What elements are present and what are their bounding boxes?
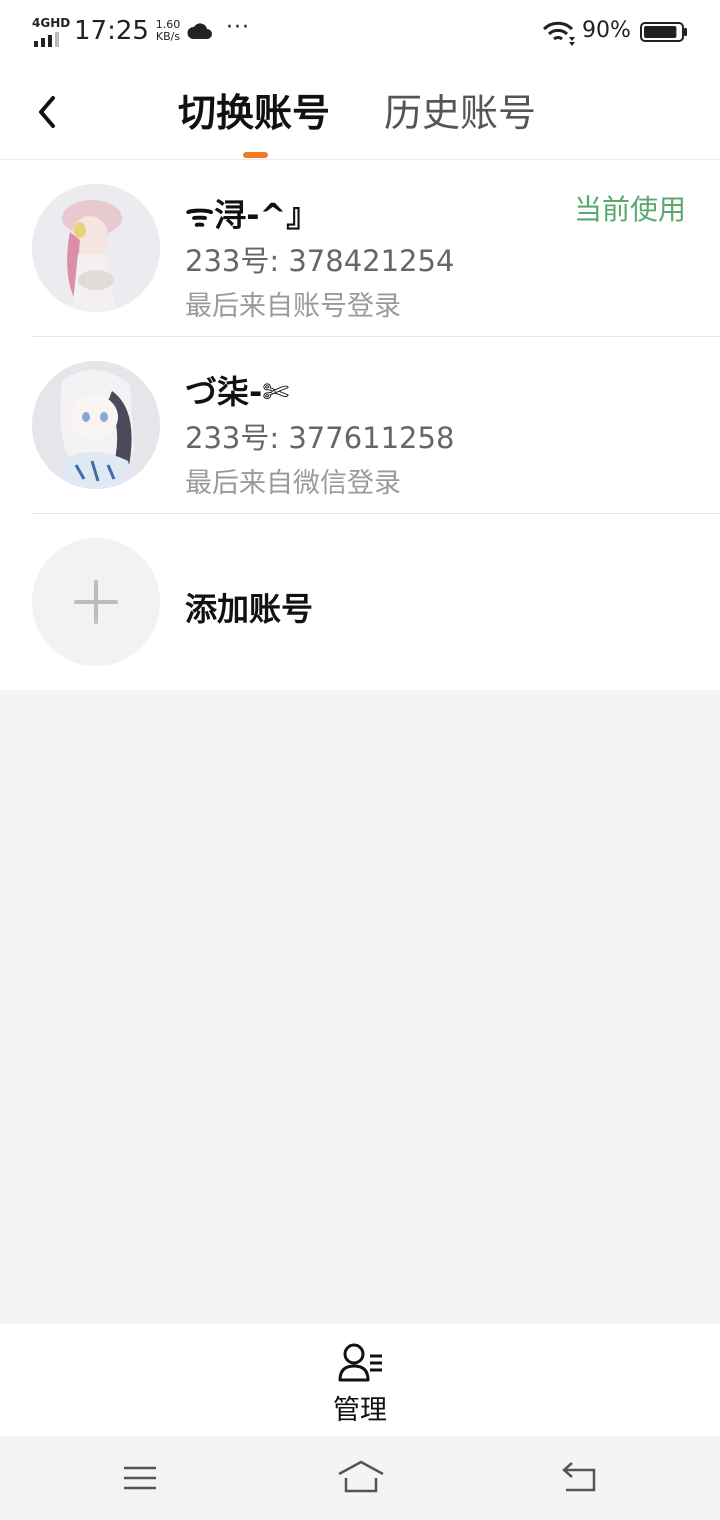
battery-icon (640, 22, 687, 42)
system-nav-bar (0, 1436, 720, 1520)
cellular-signal-icon: 4GHD (32, 16, 70, 47)
avatar (32, 184, 160, 312)
account-id: 233号: 377611258 (185, 421, 455, 455)
wifi-icon (542, 21, 575, 46)
account-last-login: 最后来自微信登录 (185, 468, 401, 499)
manage-label: 管理 (333, 1395, 387, 1426)
user-manage-icon (338, 1343, 382, 1382)
back-arrow-icon[interactable] (28, 90, 68, 134)
manage-button[interactable]: 管理 (0, 1324, 720, 1436)
network-speed: 1.60 KB/s (148, 19, 188, 43)
tab-history-account[interactable]: 历史账号 (384, 90, 536, 136)
network-type-label: 4GHD (32, 16, 71, 30)
current-account-badge: 当前使用 (573, 193, 686, 226)
account-row[interactable]: ᯤ浔-^』 233号: 378421254 最后来自账号登录 当前使用 (32, 160, 720, 337)
plus-icon (32, 538, 160, 666)
active-tab-indicator (243, 152, 268, 158)
status-bar: 4GHD 17:25 1.60 KB/s ··· 90% (0, 0, 720, 66)
network-speed-unit: KB/s (155, 30, 181, 43)
status-time: 17:25 (74, 16, 149, 46)
header: 切换账号 历史账号 (0, 66, 720, 160)
tab-switch-account[interactable]: 切换账号 (178, 90, 330, 136)
add-account-label: 添加账号 (185, 590, 314, 628)
add-account-button[interactable]: 添加账号 (32, 514, 720, 690)
menu-icon[interactable] (122, 1462, 158, 1494)
add-account-circle (32, 538, 160, 666)
home-icon[interactable] (336, 1458, 386, 1496)
back-nav-icon[interactable] (560, 1460, 600, 1494)
account-list: ᯤ浔-^』 233号: 378421254 最后来自账号登录 当前使用 づ柒-✄… (0, 160, 720, 690)
account-name: ᯤ浔-^』 (185, 196, 319, 234)
avatar (32, 361, 160, 489)
account-id: 233号: 378421254 (185, 244, 455, 278)
account-last-login: 最后来自账号登录 (185, 291, 401, 322)
account-name: づ柒-✄ (185, 373, 290, 411)
cloud-icon (187, 23, 212, 39)
battery-percent: 90% (582, 18, 631, 43)
more-notifications-icon: ··· (226, 15, 250, 40)
account-row[interactable]: づ柒-✄ 233号: 377611258 最后来自微信登录 (32, 337, 720, 514)
